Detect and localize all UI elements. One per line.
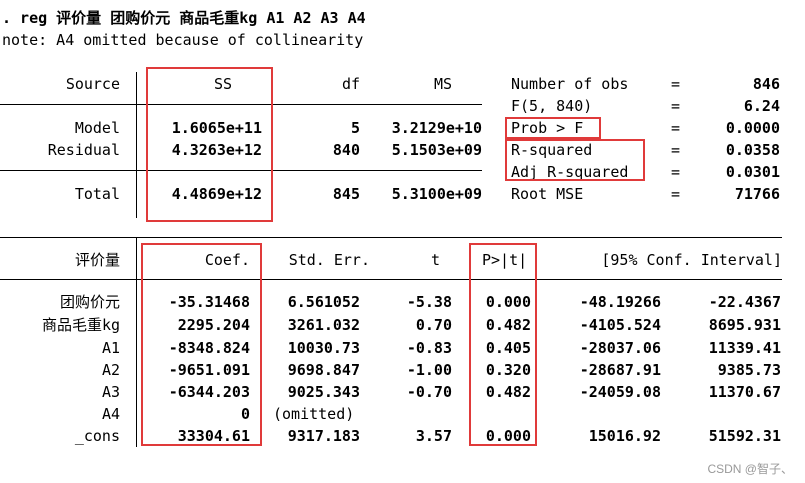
stat-equals: = <box>671 185 681 203</box>
stat-value: 0.0358 <box>725 141 780 159</box>
stat-label: Number of obs <box>511 75 629 93</box>
coef-ci-low: 15016.92 <box>588 427 661 445</box>
stat-equals: = <box>671 141 681 159</box>
coef-column-separator <box>136 237 137 447</box>
stat-value: 0.0301 <box>725 163 780 181</box>
coef-ci-high: 9385.73 <box>717 361 781 379</box>
coef-var: _cons <box>74 427 120 445</box>
stat-equals: = <box>671 75 681 93</box>
collinearity-note: note: A4 omitted because of collinearity <box>2 31 364 49</box>
stat-label: F(5, 840) <box>511 97 593 115</box>
coef-t: -0.70 <box>406 383 452 401</box>
stat-value: 71766 <box>734 185 780 203</box>
coef-var: 团购价元 <box>59 293 120 311</box>
coef-ci-high: 8695.931 <box>708 316 781 334</box>
anova-df: 845 <box>332 185 360 203</box>
coef-t: -5.38 <box>406 293 452 311</box>
anova-ms: 3.2129e+10 <box>391 119 482 137</box>
command-line: . reg 评价量 团购价元 商品毛重kg A1 A2 A3 A4 <box>2 9 366 27</box>
coef-se: 9698.847 <box>287 361 360 379</box>
coef-t: 0.70 <box>415 316 452 334</box>
anova-header-df: df <box>341 75 360 93</box>
anova-df: 5 <box>350 119 360 137</box>
coef-ci-high: 11339.41 <box>708 339 781 357</box>
coef-se: 9317.183 <box>287 427 360 445</box>
coef-ci-low: -28037.06 <box>579 339 661 357</box>
coef-ci-low: -28687.91 <box>579 361 661 379</box>
highlight-box-ss <box>146 67 273 222</box>
stat-equals: = <box>671 97 681 115</box>
coef-header-se: Std. Err. <box>288 251 370 269</box>
coef-se: 3261.032 <box>287 316 360 334</box>
anova-df: 840 <box>332 141 360 159</box>
coef-t: 3.57 <box>415 427 452 445</box>
anova-ms: 5.1503e+09 <box>391 141 482 159</box>
anova-header-source: Source <box>65 75 120 93</box>
coef-top-rule <box>0 237 782 238</box>
anova-column-separator <box>136 72 137 218</box>
coef-se: 6.561052 <box>287 293 360 311</box>
stat-equals: = <box>671 163 681 181</box>
coef-se: 10030.73 <box>287 339 360 357</box>
highlight-box-coef <box>141 243 262 446</box>
coef-t: -1.00 <box>406 361 452 379</box>
highlight-box-p-value <box>469 243 537 446</box>
coef-header-rule <box>0 279 782 280</box>
stat-equals: = <box>671 119 681 137</box>
coef-var: A4 <box>101 405 120 423</box>
coef-ci-low: -4105.524 <box>579 316 661 334</box>
watermark: CSDN @智子、 <box>707 462 793 476</box>
coef-ci-high: 11370.67 <box>708 383 781 401</box>
coef-header-t: t <box>430 251 440 269</box>
coef-var: A2 <box>101 361 120 379</box>
anova-source: Total <box>74 185 120 203</box>
anova-source: Residual <box>47 141 120 159</box>
stat-value: 0.0000 <box>725 119 780 137</box>
coef-var: A3 <box>101 383 120 401</box>
stat-value: 846 <box>752 75 780 93</box>
coef-se: 9025.343 <box>287 383 360 401</box>
coef-se: (omitted) <box>273 405 355 423</box>
coef-header-var: 评价量 <box>74 251 120 269</box>
highlight-box-prob-f <box>505 117 601 139</box>
stat-value: 6.24 <box>743 97 780 115</box>
coef-t: -0.83 <box>406 339 452 357</box>
stat-label: Root MSE <box>511 185 584 203</box>
coef-var: A1 <box>101 339 120 357</box>
highlight-box-r-squared <box>505 139 645 181</box>
coef-header-ci: [95% Conf. Interval] <box>601 251 782 269</box>
coef-var: 商品毛重kg <box>41 316 120 334</box>
coef-ci-low: -24059.08 <box>579 383 661 401</box>
coef-ci-high: 51592.31 <box>708 427 781 445</box>
anova-source: Model <box>74 119 120 137</box>
anova-header-ms: MS <box>433 75 452 93</box>
anova-ms: 5.3100e+09 <box>391 185 482 203</box>
coef-ci-high: -22.4367 <box>708 293 781 311</box>
coef-ci-low: -48.19266 <box>579 293 661 311</box>
